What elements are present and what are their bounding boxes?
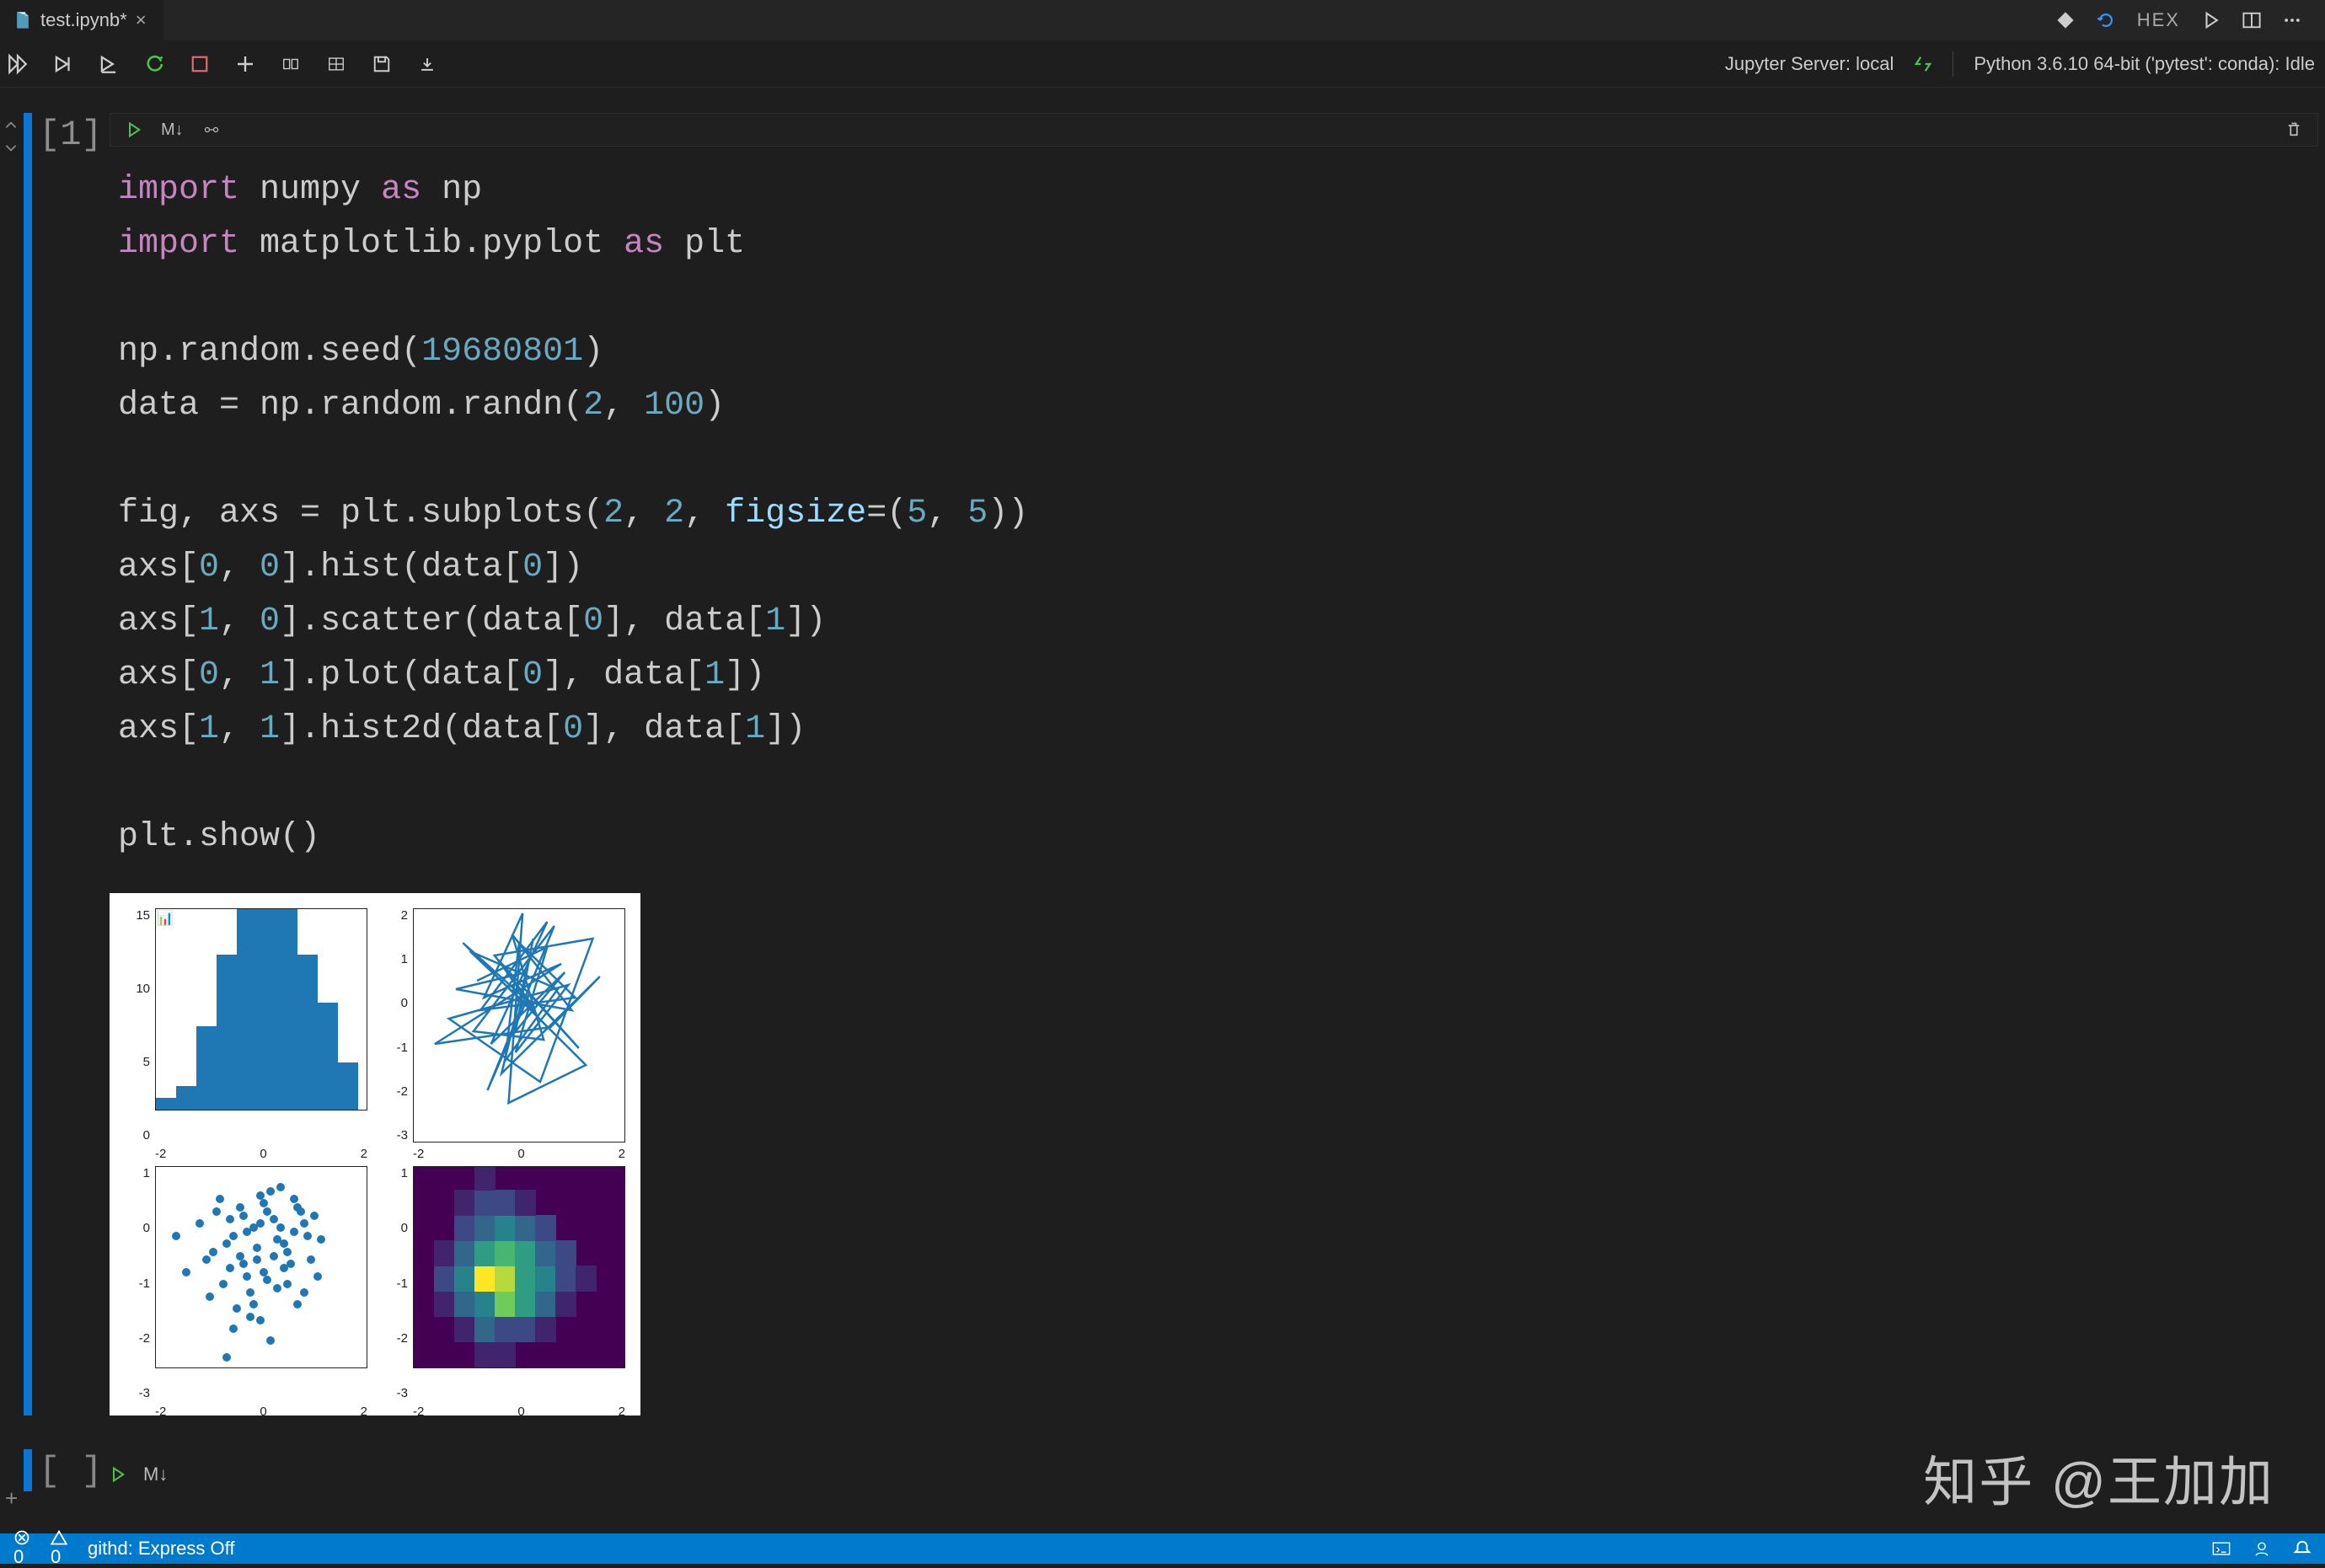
notebook-body: [1] M↓ import numpy as npimport matplotl… xyxy=(0,88,2325,1491)
save-icon[interactable] xyxy=(367,55,396,73)
notebook-file-icon xyxy=(13,11,32,29)
add-cell-icon[interactable] xyxy=(231,54,260,74)
run-below-icon[interactable] xyxy=(94,53,123,75)
refresh-icon[interactable] xyxy=(2097,11,2115,29)
subplot-hist2d: 10-1-2-3 -202 xyxy=(383,1166,625,1400)
tab-title: test.ipynb* xyxy=(40,9,127,31)
cell-link-icon[interactable] xyxy=(202,121,221,138)
delete-cell-icon[interactable] xyxy=(2285,121,2302,138)
notebook-toolbar: Jupyter Server: local Python 3.6.10 64-b… xyxy=(0,40,2325,88)
run-cell-icon[interactable] xyxy=(126,121,142,138)
split-editor-icon[interactable] xyxy=(2242,11,2261,29)
githd-status[interactable]: githd: Express Off xyxy=(88,1538,234,1560)
markdown-toggle[interactable]: M↓ xyxy=(161,120,184,140)
subplot-line: 210-1-2-3 -202 xyxy=(383,908,625,1143)
execution-count: [ ] xyxy=(39,1449,110,1491)
chevron-down-icon[interactable] xyxy=(3,140,19,155)
export-icon[interactable] xyxy=(413,55,442,73)
variables-icon[interactable] xyxy=(276,55,305,73)
server-connected-icon xyxy=(1914,55,1932,73)
markdown-toggle[interactable]: M↓ xyxy=(143,1464,168,1485)
bell-icon[interactable] xyxy=(2293,1539,2312,1558)
add-cell-below-icon[interactable]: + xyxy=(5,1485,18,1512)
more-icon[interactable] xyxy=(2283,11,2301,29)
status-bar: 0 0 githd: Express Off xyxy=(0,1533,2325,1564)
interrupt-icon[interactable] xyxy=(185,55,214,73)
subplot-scatter: 10-1-2-3 -202 xyxy=(125,1166,367,1400)
execution-count: [1] xyxy=(39,113,110,1415)
cell-toolbar: M↓ xyxy=(110,113,2318,147)
terminal-icon[interactable] xyxy=(2212,1539,2231,1558)
code-cell-1[interactable]: [1] M↓ import numpy as npimport matplotl… xyxy=(34,113,2318,1415)
subplot-hist: 151050 -202 📊 xyxy=(125,908,367,1143)
watermark: 知乎 @王加加 xyxy=(1923,1439,2274,1517)
cell-selection-marker xyxy=(24,113,32,1415)
run-icon[interactable] xyxy=(2202,11,2221,29)
run-all-icon[interactable] xyxy=(3,53,32,75)
tab-test-ipynb[interactable]: test.ipynb* × xyxy=(0,0,164,40)
restart-icon[interactable] xyxy=(140,53,169,75)
code-editor[interactable]: import numpy as npimport matplotlib.pypl… xyxy=(110,147,2318,885)
warnings-badge[interactable]: 0 xyxy=(51,1529,67,1568)
errors-badge[interactable]: 0 xyxy=(13,1529,30,1568)
table-icon[interactable] xyxy=(322,55,351,73)
chart-glyph-icon: 📊 xyxy=(157,910,174,927)
run-cell-icon[interactable] xyxy=(110,1466,126,1483)
output-figure: 151050 -202 📊 210-1-2-3 -202 10-1-2-3 -2… xyxy=(110,893,640,1415)
kernel-label[interactable]: Python 3.6.10 64-bit ('pytest': conda): … xyxy=(1974,53,2315,75)
feedback-icon[interactable] xyxy=(2253,1539,2271,1558)
jupyter-server-label[interactable]: Jupyter Server: local xyxy=(1725,53,1894,75)
chevron-up-icon[interactable] xyxy=(3,118,19,133)
close-icon[interactable]: × xyxy=(136,9,147,31)
tab-bar: test.ipynb* × HEX xyxy=(0,0,2325,40)
run-above-icon[interactable] xyxy=(49,53,78,75)
diamond-icon[interactable] xyxy=(2056,11,2075,29)
hex-label[interactable]: HEX xyxy=(2137,9,2180,31)
cell-selection-marker xyxy=(24,1449,32,1491)
